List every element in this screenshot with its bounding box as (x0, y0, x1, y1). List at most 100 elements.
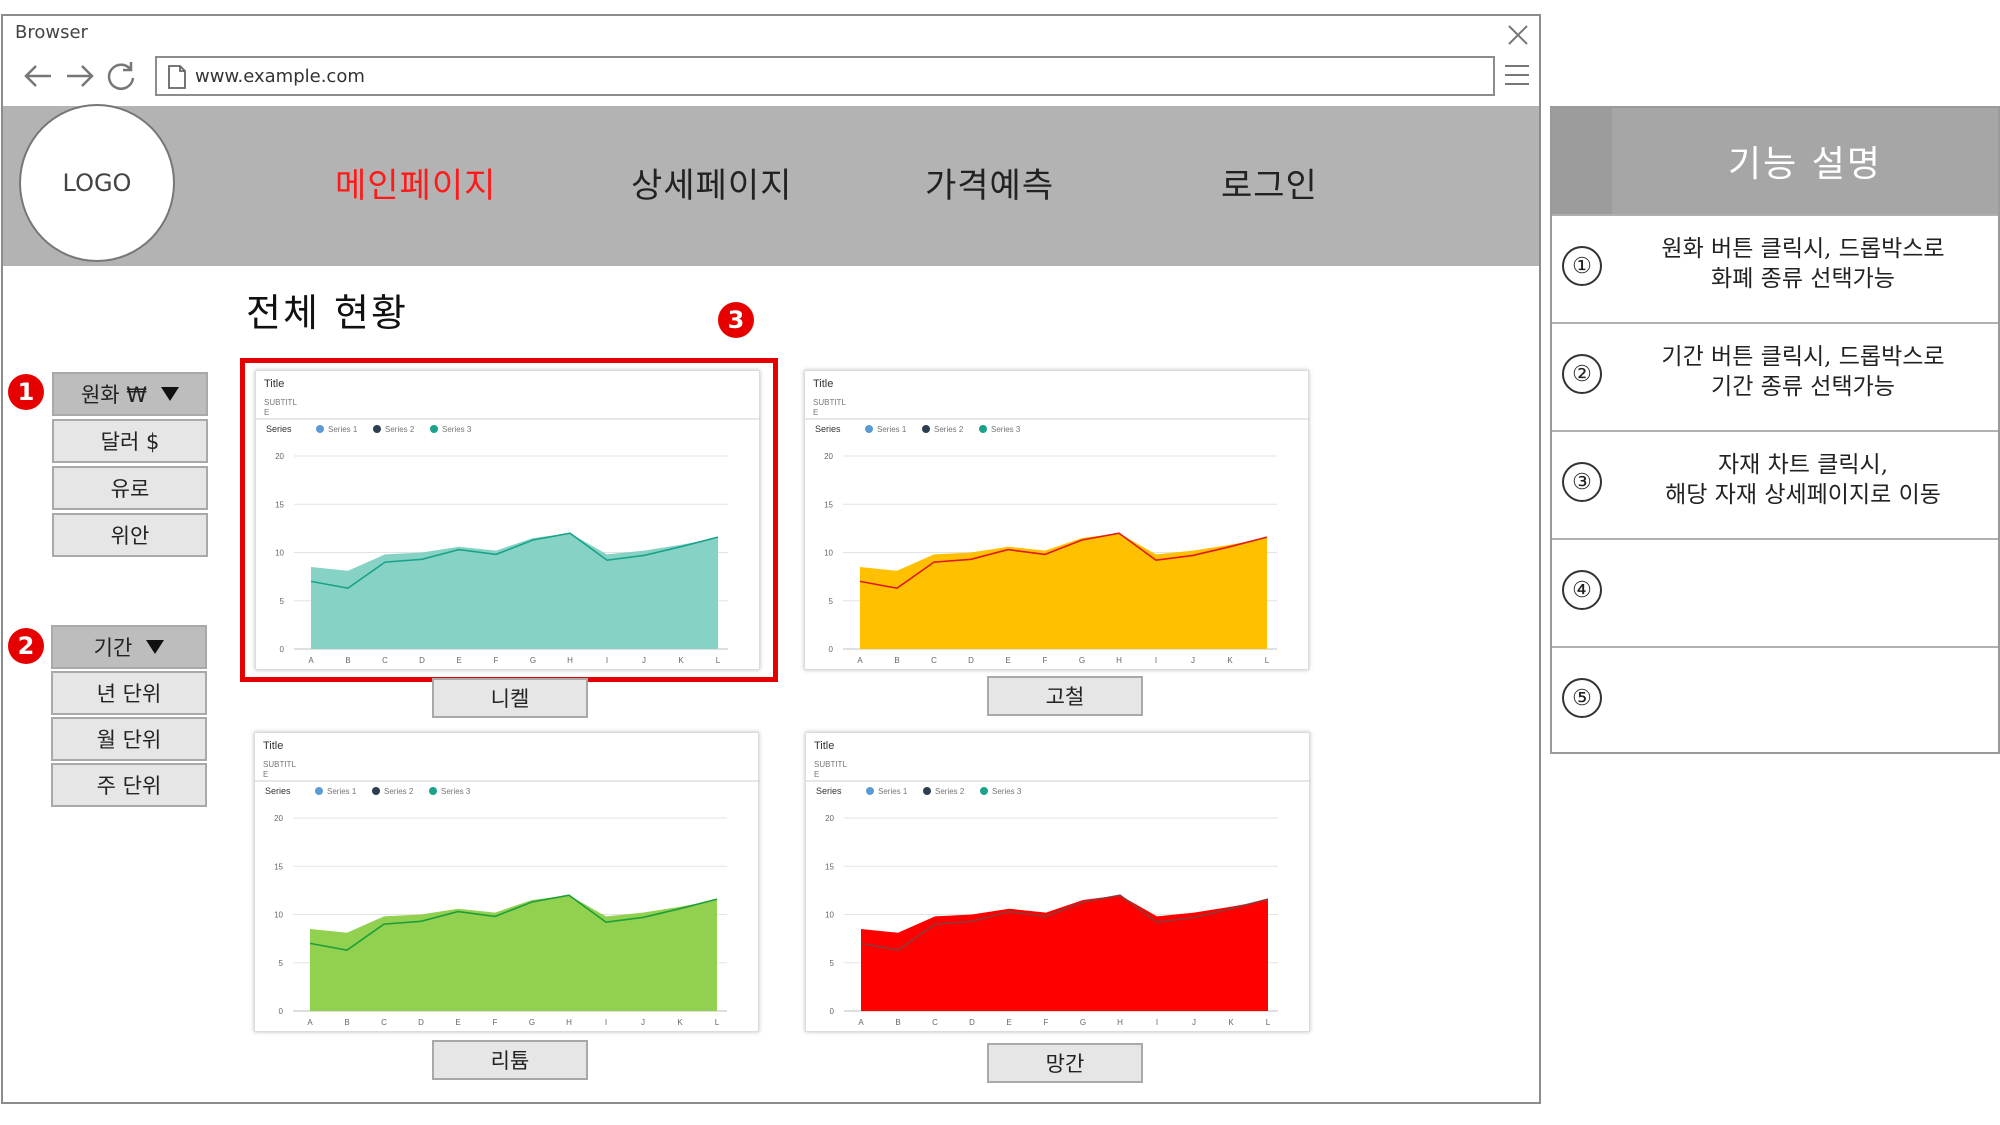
logo[interactable]: LOGO (19, 104, 175, 262)
hamburger-menu-icon[interactable] (1503, 60, 1531, 90)
close-icon[interactable] (1505, 22, 1531, 48)
chart-subtitle: SUBTITL (263, 760, 296, 769)
period-option-year[interactable]: 년 단위 (51, 671, 207, 715)
nav-main-page[interactable]: 메인페이지 (335, 158, 496, 207)
x-tick-label: K (1227, 656, 1233, 665)
period-selected-label: 기간 (93, 636, 133, 660)
chart-label-manganese[interactable]: 망간 (987, 1043, 1143, 1083)
legend-marker (315, 787, 323, 795)
legend-marker (922, 425, 930, 433)
x-tick-label: E (455, 1018, 460, 1027)
x-tick-label: L (715, 1018, 720, 1027)
legend-marker (373, 425, 381, 433)
x-tick-label: I (1155, 656, 1157, 665)
nav-login[interactable]: 로그인 (1221, 158, 1318, 207)
legend-title: Series (815, 424, 841, 434)
description-header: 기능 설명 (1552, 108, 1998, 214)
x-tick-label: K (1228, 1018, 1234, 1027)
chart-subtitle: SUBTITL (814, 760, 847, 769)
chart-card-scrap-iron[interactable]: Title SUBTITL E Series Series 1 Series 2 Serie… (804, 370, 1310, 670)
back-arrow-icon[interactable] (21, 58, 57, 94)
browser-title: Browser (15, 22, 88, 43)
row-text: 원화 버튼 클릭시, 드롭박스로 화폐 종류 선택가능 (1661, 236, 1945, 292)
x-tick-label: E (456, 656, 461, 665)
row-text: 자재 차트 클릭시, 해당 자재 상세페이지로 이동 (1665, 452, 1941, 508)
x-tick-label: H (567, 656, 573, 665)
y-tick-label: 20 (274, 814, 283, 823)
x-tick-label: D (968, 656, 974, 665)
chart-card-lithium[interactable]: Title SUBTITL E Series Series 1 Series 2 Serie… (254, 732, 760, 1032)
y-tick-label: 0 (279, 1007, 284, 1016)
marker-2: 2 (8, 628, 44, 664)
x-tick-label: F (1043, 656, 1048, 665)
nav-price-forecast[interactable]: 가격예측 (925, 158, 1054, 207)
x-tick-label: F (493, 1018, 498, 1027)
currency-selected-label: 원화 ₩ (80, 383, 148, 407)
x-tick-label: D (419, 656, 425, 665)
chart-subtitle-overflow: E (814, 770, 819, 779)
function-description-table: 기능 설명 ① 원화 버튼 클릭시, 드롭박스로 화폐 종류 선택가능 ② 기간… (1550, 106, 2000, 754)
x-tick-label: J (1192, 1018, 1196, 1027)
x-tick-label: A (308, 656, 314, 665)
row-number: ② (1562, 354, 1602, 394)
x-tick-label: L (1265, 656, 1270, 665)
x-tick-label: J (642, 656, 646, 665)
legend-title: Series (266, 424, 292, 434)
row-number: ① (1562, 246, 1602, 286)
y-tick-label: 10 (275, 549, 284, 558)
y-tick-label: 5 (830, 959, 835, 968)
y-tick-label: 10 (824, 549, 833, 558)
legend-label: Series 1 (877, 425, 907, 434)
forward-arrow-icon[interactable] (61, 58, 97, 94)
chart-card-manganese[interactable]: Title SUBTITL E Series Series 1 Series 2 Serie… (805, 732, 1311, 1032)
period-dropdown-button[interactable]: 기간 (51, 625, 207, 669)
currency-dropdown-button[interactable]: 원화 ₩ (52, 372, 208, 416)
url-text: www.example.com (195, 66, 365, 87)
legend-label: Series 2 (385, 425, 415, 434)
legend-marker (372, 787, 380, 795)
y-tick-label: 0 (280, 645, 285, 654)
x-tick-label: C (382, 656, 388, 665)
x-tick-label: A (858, 1018, 864, 1027)
legend-label: Series 3 (441, 787, 471, 796)
x-tick-label: J (1191, 656, 1195, 665)
chart-label-nickel[interactable]: 니켈 (432, 678, 588, 718)
chart-label-scrap-iron[interactable]: 고철 (987, 676, 1143, 716)
chart-label-lithium[interactable]: 리튬 (432, 1040, 588, 1080)
period-option-week[interactable]: 주 단위 (51, 763, 207, 807)
legend-marker (865, 425, 873, 433)
y-tick-label: 20 (275, 452, 284, 461)
dropdown-triangle-icon (161, 387, 180, 401)
x-tick-label: B (894, 656, 899, 665)
description-title: 기능 설명 (1728, 144, 1882, 185)
x-tick-label: J (641, 1018, 645, 1027)
x-tick-label: G (529, 1018, 535, 1027)
legend-marker (429, 787, 437, 795)
address-bar[interactable]: www.example.com (155, 56, 1495, 96)
y-tick-label: 15 (275, 500, 284, 509)
chart-title: Title (813, 378, 833, 390)
currency-option-euro[interactable]: 유로 (52, 466, 208, 510)
nav-detail-page[interactable]: 상세페이지 (631, 158, 792, 207)
period-option-month[interactable]: 월 단위 (51, 717, 207, 761)
legend-label: Series 2 (935, 787, 965, 796)
legend-label: Series 3 (442, 425, 472, 434)
legend-label: Series 1 (878, 787, 908, 796)
x-tick-label: G (1079, 656, 1085, 665)
legend-label: Series 2 (384, 787, 414, 796)
currency-option-usd[interactable]: 달러 $ (52, 419, 208, 463)
x-tick-label: H (1116, 656, 1122, 665)
chart-title: Title (263, 740, 283, 752)
currency-option-yuan[interactable]: 위안 (52, 513, 208, 557)
chart-svg: TitleSUBTITLESeries Series 1 Series 2 Serie… (256, 378, 761, 665)
description-row: ① 원화 버튼 클릭시, 드롭박스로 화폐 종류 선택가능 (1552, 214, 1998, 322)
y-tick-label: 20 (824, 452, 833, 461)
chart-subtitle-overflow: E (813, 408, 818, 417)
refresh-icon[interactable] (103, 58, 139, 94)
x-tick-label: D (969, 1018, 975, 1027)
row-text: 기간 버튼 클릭시, 드롭박스로 기간 종류 선택가능 (1661, 344, 1945, 400)
legend-label: Series 3 (991, 425, 1021, 434)
chart-card-nickel[interactable]: Title SUBTITL E Series Series 1 Series 2 Serie… (255, 370, 761, 670)
y-tick-label: 15 (825, 862, 834, 871)
x-tick-label: A (307, 1018, 313, 1027)
